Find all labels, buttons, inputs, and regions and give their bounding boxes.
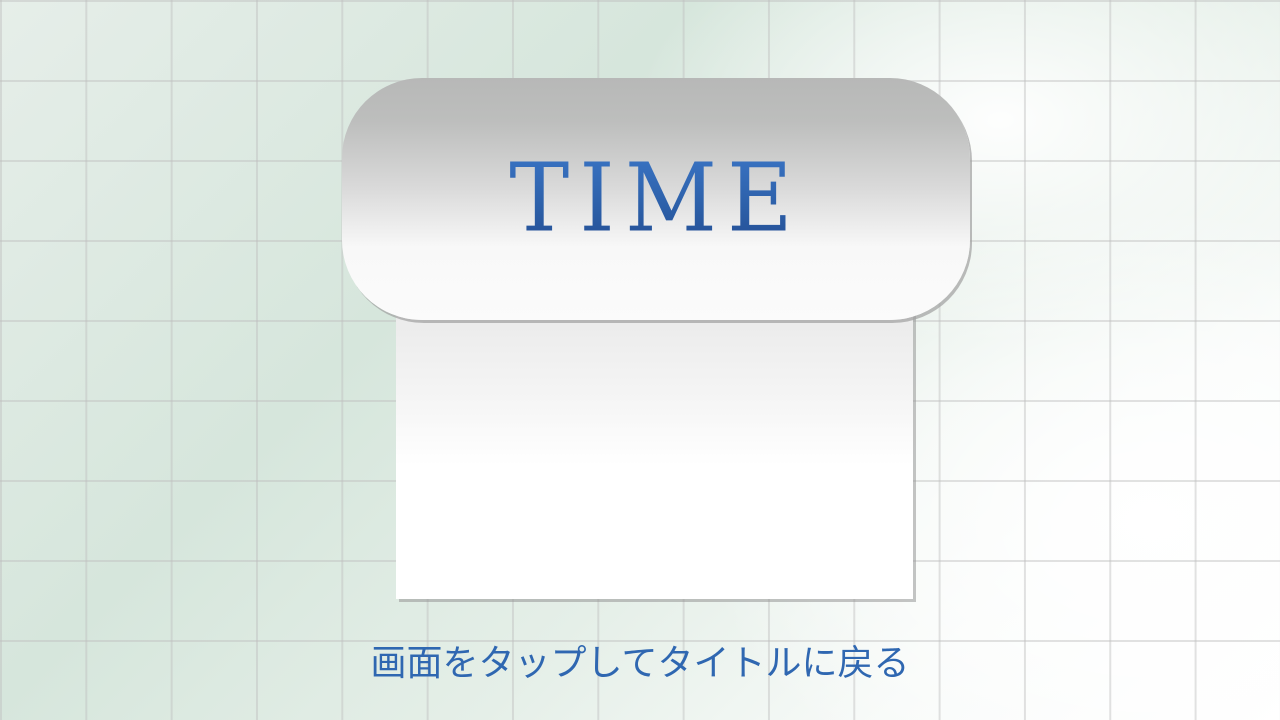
page-title: TIME bbox=[509, 143, 803, 254]
tap-to-return-hint: 画面をタップしてタイトルに戻る bbox=[370, 643, 910, 684]
title-banner: TIME bbox=[342, 78, 970, 320]
result-panel bbox=[396, 302, 913, 599]
